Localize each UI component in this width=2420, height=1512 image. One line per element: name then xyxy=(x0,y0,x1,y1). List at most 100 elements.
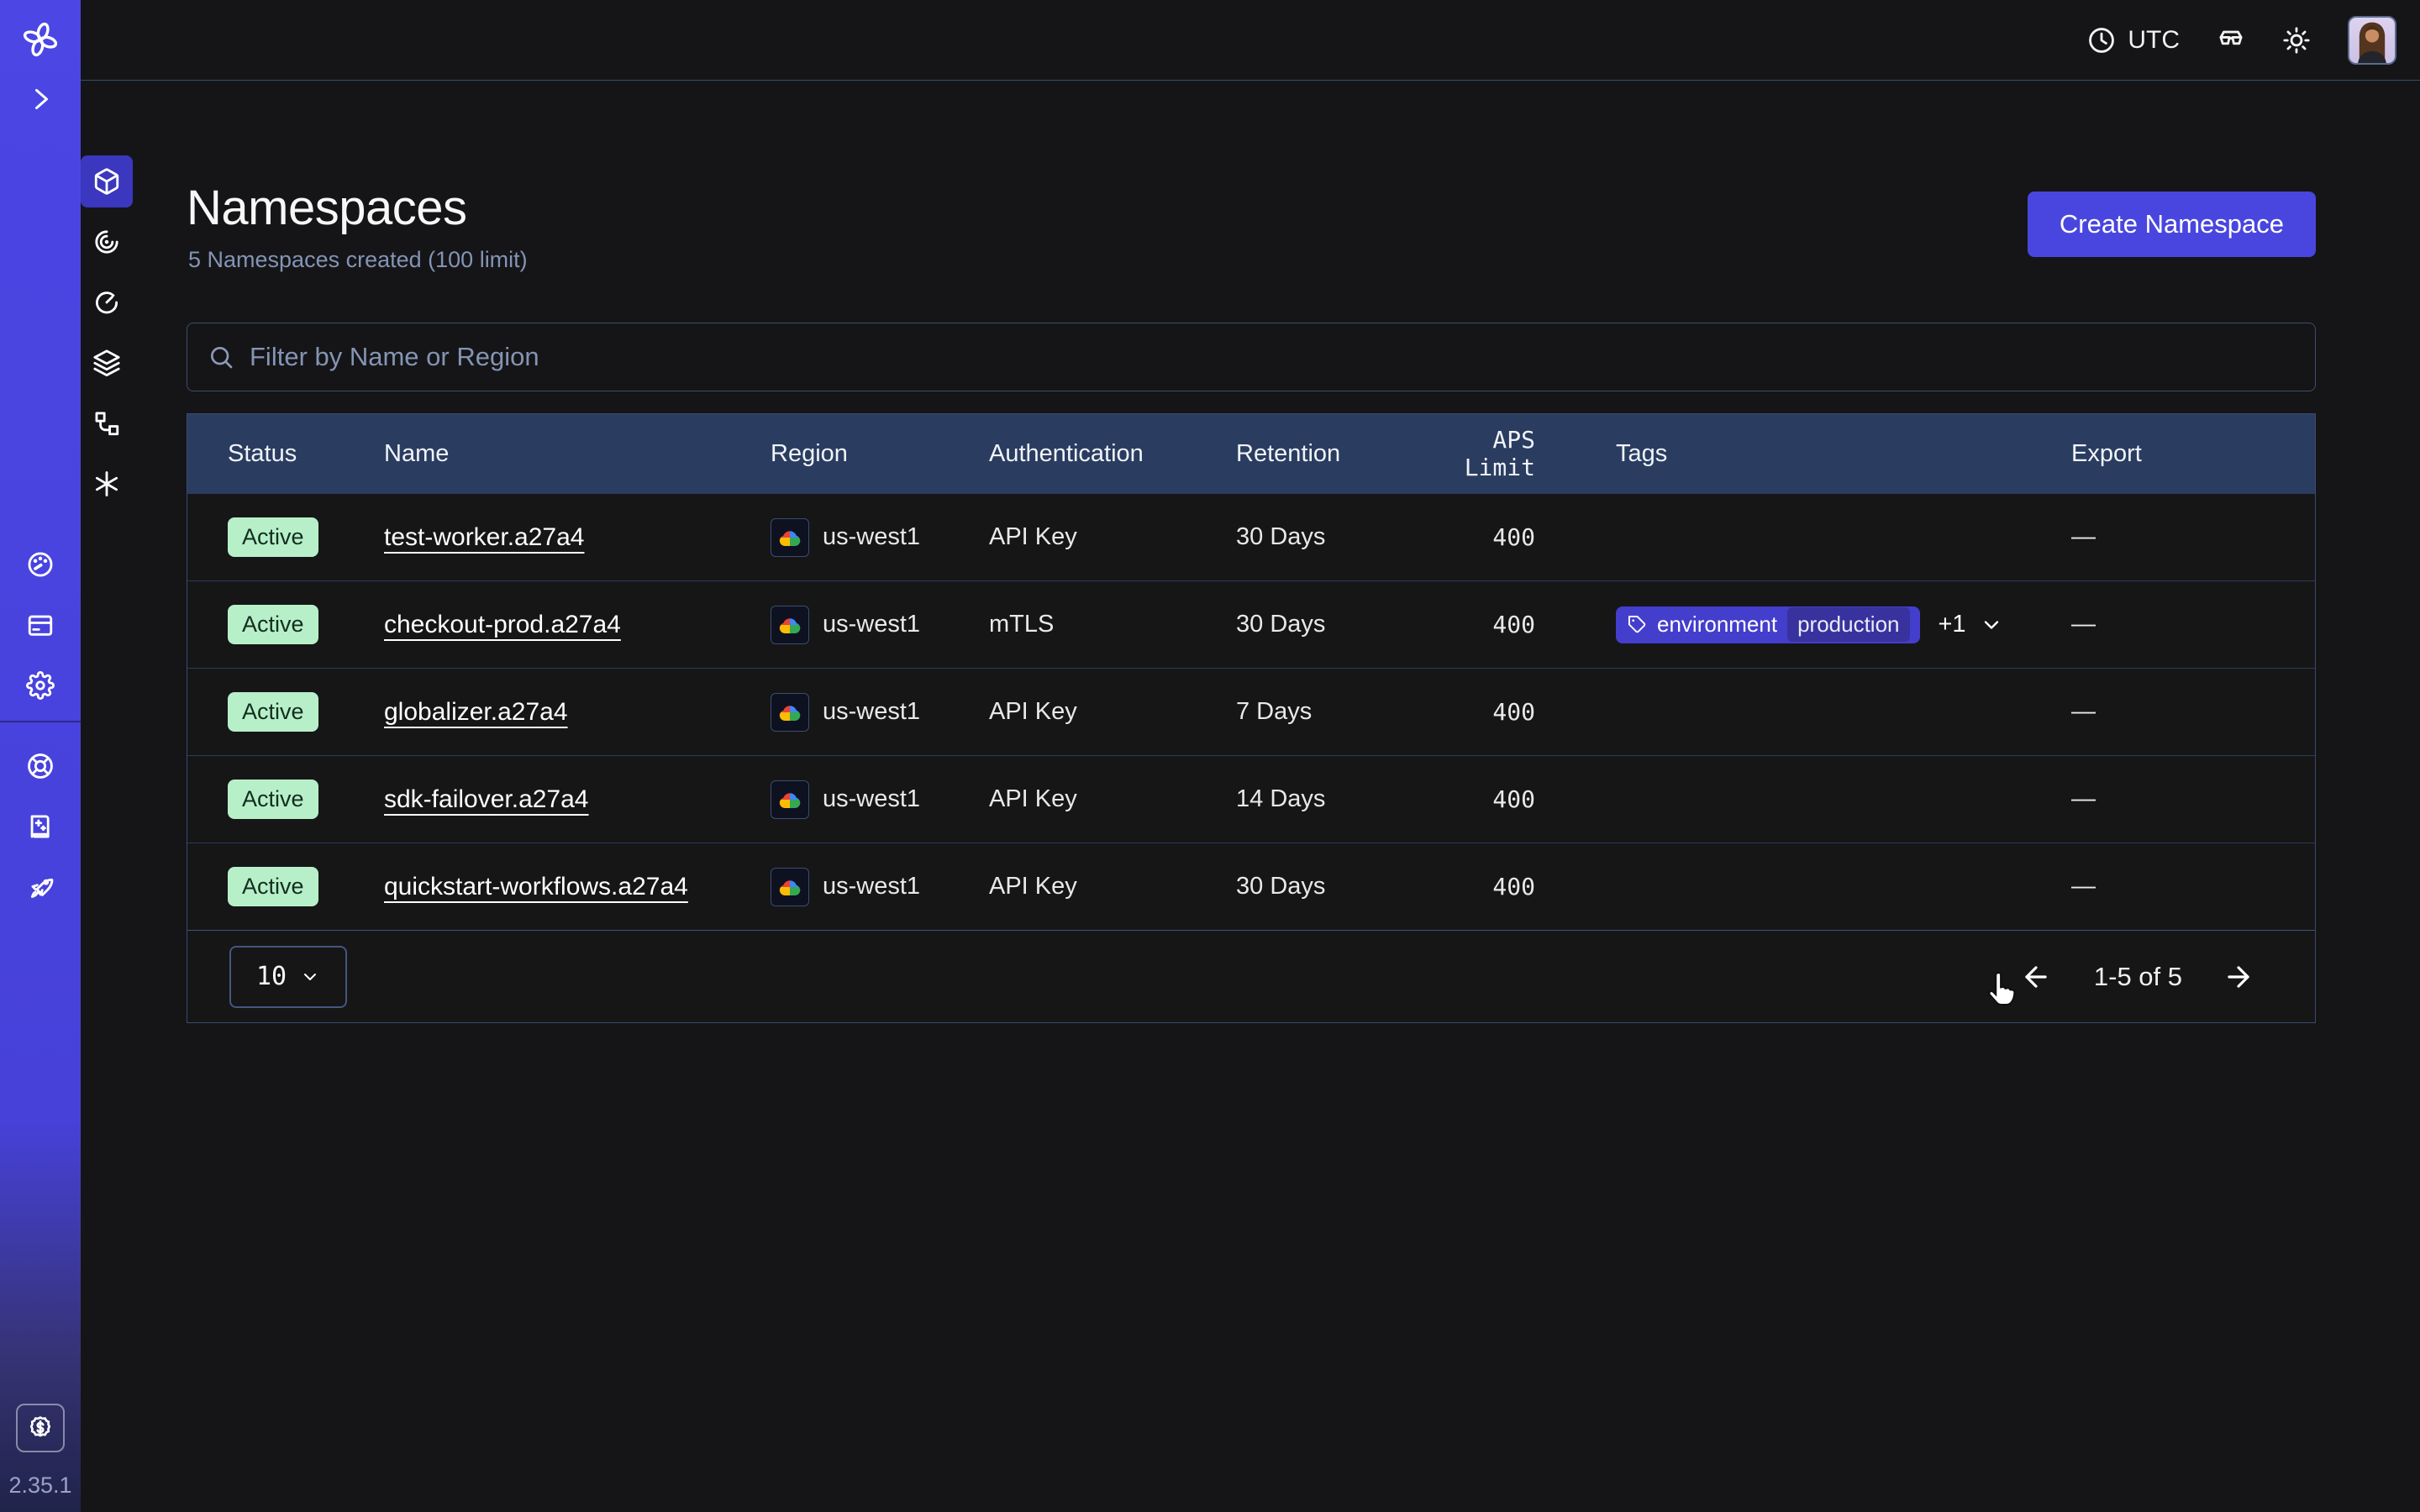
timezone-button[interactable]: UTC xyxy=(2087,26,2180,55)
sidebar-item-rocket[interactable] xyxy=(14,861,66,913)
row-menu-button[interactable] xyxy=(2260,517,2294,558)
cube-icon xyxy=(92,167,121,196)
row-menu-button[interactable] xyxy=(2260,867,2294,907)
gauge-icon xyxy=(26,550,55,579)
sidebar-item-lifebuoy[interactable] xyxy=(14,740,66,792)
create-namespace-button[interactable]: Create Namespace xyxy=(2028,192,2316,257)
aps-limit-value: 400 xyxy=(1429,611,1581,638)
next-page-button[interactable] xyxy=(2223,960,2256,994)
dollar-badge-button[interactable] xyxy=(16,1404,65,1452)
table-row[interactable]: Active checkout-prod.a27a4 us-west1 mTLS… xyxy=(187,580,2315,668)
page-size-select[interactable]: 10 xyxy=(229,946,347,1008)
table-header-row: StatusNameRegionAuthenticationRetentionA… xyxy=(187,414,2315,493)
aps-limit-value: 400 xyxy=(1429,785,1581,813)
row-menu-button[interactable] xyxy=(2260,780,2294,820)
timezone-label: UTC xyxy=(2128,26,2180,55)
authentication-value: API Key xyxy=(989,873,1236,900)
tags-more-count: +1 xyxy=(1939,611,1966,638)
gcp-region-icon xyxy=(771,693,809,732)
chevron-down-icon xyxy=(300,967,320,987)
page-size-value: 10 xyxy=(256,962,287,991)
pagination-range: 1-5 of 5 xyxy=(2094,962,2182,992)
sidebar-item-billing-card[interactable] xyxy=(14,599,66,651)
column-header-export: Export xyxy=(2071,440,2239,468)
tags-cell: environmentproduction +1 xyxy=(1616,606,2071,643)
row-menu-button[interactable] xyxy=(2260,692,2294,732)
table-row[interactable]: Active quickstart-workflows.a27a4 us-wes… xyxy=(187,843,2315,930)
filter-input[interactable] xyxy=(250,342,2295,372)
sidebar-item-gear[interactable] xyxy=(14,659,66,711)
tag-value: production xyxy=(1787,607,1909,642)
temporal-logo-icon xyxy=(21,20,60,59)
spiral-icon xyxy=(92,228,121,256)
table-row[interactable]: Active test-worker.a27a4 us-west1 API Ke… xyxy=(187,493,2315,580)
retention-value: 30 Days xyxy=(1236,611,1429,638)
user-avatar[interactable] xyxy=(2348,16,2396,65)
row-menu-button[interactable] xyxy=(2260,605,2294,645)
gcp-region-icon xyxy=(771,780,809,819)
branch-icon xyxy=(92,409,121,438)
column-header-retention: Retention xyxy=(1236,440,1429,468)
layers-icon xyxy=(92,349,121,377)
namespace-name-link[interactable]: test-worker.a27a4 xyxy=(384,523,584,551)
sidebar-item-gauge[interactable] xyxy=(14,538,66,591)
sidebar-nav-account xyxy=(14,538,66,720)
page-content: Namespaces 5 Namespaces created (100 lim… xyxy=(187,81,2316,1512)
sidebar-item-branch[interactable] xyxy=(81,397,133,449)
sidebar-divider xyxy=(0,721,81,722)
glasses-icon xyxy=(2217,26,2245,55)
table-row[interactable]: Active sdk-failover.a27a4 us-west1 API K… xyxy=(187,755,2315,843)
main-area: UTC Namespaces 5 Namespaces created (100… xyxy=(81,0,2420,1512)
namespace-name-link[interactable]: quickstart-workflows.a27a4 xyxy=(384,873,688,900)
authentication-value: API Key xyxy=(989,698,1236,726)
theme-toggle-button[interactable] xyxy=(2282,26,2311,55)
export-value: — xyxy=(2071,611,2239,638)
avatar-image xyxy=(2349,18,2395,63)
lifebuoy-icon xyxy=(26,752,55,780)
sidebar-item-timer[interactable] xyxy=(81,276,133,328)
sidebar-item-spiral[interactable] xyxy=(81,216,133,268)
sidebar-item-asterisk[interactable] xyxy=(81,458,133,510)
timer-icon xyxy=(92,288,121,317)
tag-icon xyxy=(1628,615,1647,634)
export-value: — xyxy=(2071,873,2239,900)
topbar: UTC xyxy=(81,0,2420,81)
labs-glasses-button[interactable] xyxy=(2217,26,2245,55)
namespace-name-link[interactable]: checkout-prod.a27a4 xyxy=(384,611,621,638)
column-header-authentication: Authentication xyxy=(989,440,1236,468)
retention-value: 7 Days xyxy=(1236,698,1429,726)
authentication-value: API Key xyxy=(989,523,1236,551)
table-row[interactable]: Active globalizer.a27a4 us-west1 API Key… xyxy=(187,668,2315,755)
gcp-region-icon xyxy=(771,868,809,906)
export-value: — xyxy=(2071,523,2239,551)
page-subtitle: 5 Namespaces created (100 limit) xyxy=(188,247,528,273)
namespace-name-link[interactable]: globalizer.a27a4 xyxy=(384,698,568,726)
region-value: us-west1 xyxy=(823,611,920,638)
aps-limit-value: 400 xyxy=(1429,873,1581,900)
column-header-name: Name xyxy=(384,440,771,468)
sidebar-item-layers[interactable] xyxy=(81,337,133,389)
search-icon xyxy=(208,344,234,370)
region-value: us-west1 xyxy=(823,873,920,900)
gcp-region-icon xyxy=(771,518,809,557)
pagination-controls: 1-5 of 5 xyxy=(2020,960,2256,994)
aps-limit-value: 400 xyxy=(1429,523,1581,551)
retention-value: 30 Days xyxy=(1236,523,1429,551)
status-badge: Active xyxy=(228,867,318,906)
gear-icon xyxy=(26,671,55,700)
namespace-name-link[interactable]: sdk-failover.a27a4 xyxy=(384,785,589,813)
export-value: — xyxy=(2071,785,2239,813)
sidebar-nav-support xyxy=(14,740,66,921)
previous-page-button[interactable] xyxy=(2020,960,2054,994)
sidebar-item-book[interactable] xyxy=(14,801,66,853)
column-header-tags: Tags xyxy=(1581,440,2071,468)
sidebar-item-cube[interactable] xyxy=(81,155,133,207)
sun-icon xyxy=(2282,26,2311,55)
status-badge: Active xyxy=(228,605,318,644)
asterisk-icon xyxy=(92,470,121,498)
tags-expand-chevron-icon[interactable] xyxy=(1980,613,2003,637)
retention-value: 14 Days xyxy=(1236,785,1429,813)
aps-limit-value: 400 xyxy=(1429,698,1581,726)
tag-badge[interactable]: environmentproduction xyxy=(1616,606,1920,643)
sidebar-expand-button[interactable] xyxy=(25,84,55,114)
